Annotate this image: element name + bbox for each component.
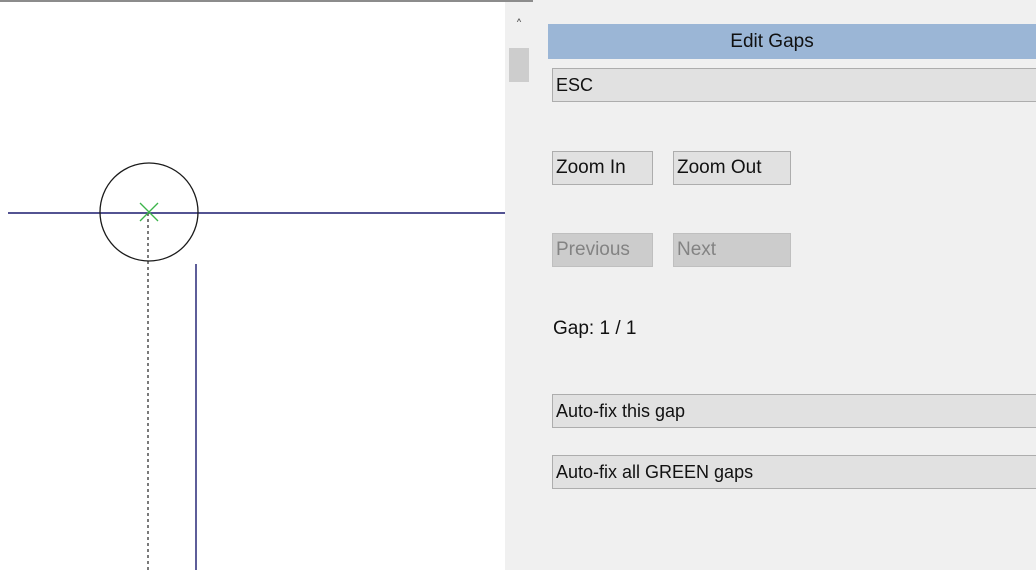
next-button[interactable]: Next [673, 233, 791, 267]
panel-title: Edit Gaps [548, 24, 1036, 59]
gap-counter: Gap: 1 / 1 [553, 318, 637, 339]
scroll-thumb[interactable] [509, 48, 529, 82]
zoom-out-button[interactable]: Zoom Out [673, 151, 791, 185]
zoom-in-button[interactable]: Zoom In [552, 151, 653, 185]
chevron-up-icon[interactable]: ˄ [505, 14, 533, 38]
edit-gaps-panel: Edit Gaps ESC Zoom In Zoom Out Previous … [533, 0, 1036, 570]
esc-button[interactable]: ESC [552, 68, 1036, 102]
drawing-canvas[interactable] [0, 0, 505, 570]
gap-marker-icon[interactable] [139, 202, 159, 222]
autofix-this-gap-button[interactable]: Auto-fix this gap [552, 394, 1036, 428]
drawing-svg [8, 162, 505, 570]
autofix-all-green-gaps-button[interactable]: Auto-fix all GREEN gaps [552, 455, 1036, 489]
previous-button[interactable]: Previous [552, 233, 653, 267]
vertical-scrollbar[interactable]: ˄ [505, 0, 533, 570]
edit-gaps-window: ˄ Edit Gaps ESC Zoom In Zoom Out Previou… [0, 0, 1036, 570]
